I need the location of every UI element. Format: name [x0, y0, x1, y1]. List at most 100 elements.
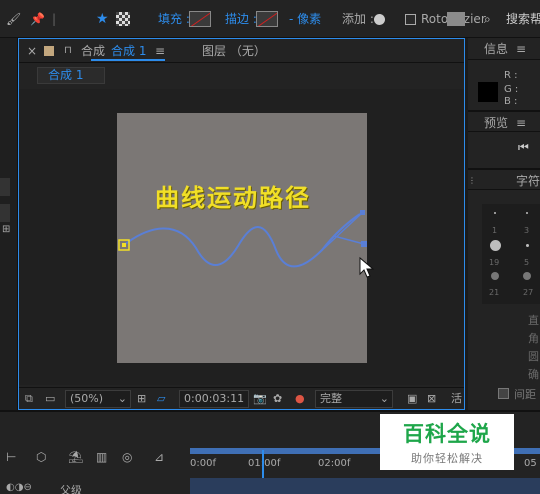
- zoom-dropdown[interactable]: (50%) ⌄: [65, 390, 131, 408]
- stroke-width-label[interactable]: - 像素: [289, 10, 321, 28]
- left-strip-field-2: [0, 204, 10, 222]
- resolution-value: 完整: [320, 392, 342, 405]
- channel-icon[interactable]: ✿: [273, 391, 282, 407]
- active-camera-label[interactable]: 活: [451, 391, 462, 407]
- close-icon[interactable]: ×: [27, 43, 37, 59]
- fast-preview-icon[interactable]: ▣: [407, 391, 417, 407]
- info-color-swatch: [478, 82, 498, 102]
- brush-tips-grid[interactable]: 1 3 19 5 21 27: [482, 204, 540, 304]
- preview-menu-icon[interactable]: ≡: [516, 115, 526, 131]
- brush-tip[interactable]: [490, 240, 501, 251]
- time-marker: 05: [524, 458, 537, 469]
- spacing-label[interactable]: 间距: [514, 386, 536, 402]
- timecode-field[interactable]: 0:00:03:11: [179, 390, 249, 408]
- fill-label[interactable]: 填充 :: [158, 10, 190, 28]
- watermark-title: 百科全说: [403, 422, 491, 446]
- search-icon[interactable]: ⌕: [484, 10, 491, 28]
- graph-editor-icon[interactable]: ⊿: [154, 450, 170, 466]
- info-title[interactable]: 信息: [484, 41, 508, 57]
- monitor-icon[interactable]: ▭: [45, 391, 55, 407]
- stroke-swatch[interactable]: [256, 11, 278, 27]
- brush-num: 19: [489, 258, 500, 267]
- rotobezier-checkbox[interactable]: [405, 14, 416, 25]
- pin-tool-icon[interactable]: 📌: [30, 10, 45, 28]
- grid-icon[interactable]: ⊠: [427, 391, 436, 407]
- add-label[interactable]: 添加 :: [342, 10, 374, 28]
- brush-prop-label: 确: [528, 368, 539, 381]
- divider-icon: |: [52, 12, 57, 26]
- spacing-checkbox[interactable]: [498, 388, 509, 399]
- layer-label[interactable]: 图层 （无）: [202, 43, 266, 59]
- stroke-label[interactable]: 描边 :: [225, 10, 257, 28]
- lock-icon[interactable]: ⊓: [64, 43, 72, 59]
- info-panel-header: 信息 ≡: [468, 38, 540, 60]
- snapshot-icon[interactable]: ⧉: [25, 391, 33, 407]
- checker-icon[interactable]: [116, 12, 130, 26]
- layer-switch-icons[interactable]: ◐◑⊖: [6, 482, 32, 493]
- maximize-icon[interactable]: [447, 12, 465, 26]
- character-title[interactable]: 字符: [516, 173, 540, 189]
- star-icon[interactable]: ★: [96, 10, 109, 28]
- watermark-subtitle: 助你轻松解决: [411, 452, 483, 465]
- brush-prop-label: 角: [528, 332, 539, 345]
- brush-tip[interactable]: [523, 272, 531, 280]
- info-g: G :: [504, 84, 519, 95]
- brush-tip[interactable]: [491, 272, 499, 280]
- brush-num: 21: [489, 288, 500, 297]
- fill-swatch[interactable]: [189, 11, 211, 27]
- color-channels-icon[interactable]: ●: [295, 391, 305, 407]
- brush-tool-icon[interactable]: 🖌: [6, 10, 21, 28]
- composition-viewer[interactable]: [19, 89, 464, 385]
- zoom-value: (50%): [70, 392, 104, 405]
- chevron-down-icon-2: ⌄: [379, 392, 389, 405]
- time-marker: 01:00f: [248, 458, 281, 469]
- add-dropdown-icon[interactable]: [374, 14, 385, 25]
- preview-title[interactable]: 预览: [484, 115, 508, 131]
- brush-num: 5: [524, 258, 530, 267]
- resolution-dropdown[interactable]: 完整 ⌄: [315, 390, 393, 408]
- brush-prop-label: 圆: [528, 350, 539, 363]
- timecode-value: 0:00:03:11: [184, 392, 245, 405]
- transparency-grid-icon[interactable]: ▱: [157, 391, 165, 407]
- shy-layers-icon[interactable]: ⛱: [68, 450, 84, 466]
- draft-3d-icon[interactable]: ⬡: [36, 450, 52, 466]
- tab-composition-name[interactable]: 合成 1: [111, 43, 146, 59]
- layer-duration-bar[interactable]: [190, 478, 540, 494]
- time-marker: 02:00f: [318, 458, 351, 469]
- panel-menu-icon[interactable]: ≡: [155, 43, 165, 59]
- tab-prefix[interactable]: 合成: [81, 43, 105, 59]
- watermark-logo: 百科全说 助你轻松解决: [380, 414, 514, 470]
- composition-color-icon: [44, 46, 54, 56]
- panel-grip-icon: ⋮: [468, 176, 476, 185]
- info-r: R :: [504, 70, 518, 81]
- brush-tip[interactable]: [494, 212, 496, 214]
- brush-tip[interactable]: [526, 212, 528, 214]
- left-panel-strip: ⊞: [0, 38, 18, 410]
- motion-blur-icon[interactable]: ◎: [122, 450, 138, 466]
- skip-to-start-icon[interactable]: ⏮: [518, 140, 529, 155]
- brush-prop-label: 直: [528, 314, 539, 327]
- brush-num: 27: [523, 288, 534, 297]
- preview-panel-header: 预览 ≡: [468, 110, 540, 132]
- frame-blending-icon[interactable]: ▥: [96, 450, 112, 466]
- composition-title-text: 曲线运动路径: [155, 183, 311, 212]
- composition-canvas[interactable]: [117, 113, 367, 363]
- camera-icon[interactable]: 📷: [253, 391, 267, 407]
- brush-num: 1: [492, 226, 498, 235]
- brush-tip[interactable]: [526, 244, 529, 247]
- composition-tab-row: × ⊓ 合成 合成 1 ≡ 图层 （无）: [19, 39, 464, 63]
- viewer-controls-bar: ⧉ ▭ (50%) ⌄ ⊞ ▱ 0:00:03:11 📷 ✿ ● 完整 ⌄ ▣ ⊠ …: [19, 387, 464, 409]
- active-tab-underline: [91, 59, 165, 61]
- brush-num: 3: [524, 226, 530, 235]
- chevron-down-icon: ⌄: [117, 392, 127, 405]
- timeline-nav-icon[interactable]: ⊢: [6, 450, 22, 466]
- region-icon[interactable]: ⊞: [137, 391, 146, 407]
- parent-column-header: 父级: [60, 484, 82, 494]
- search-help-label[interactable]: 搜索帮: [506, 10, 540, 28]
- info-b: B :: [504, 96, 518, 104]
- time-marker: 0:00f: [190, 458, 216, 469]
- hierarchy-icon[interactable]: ⊞: [2, 224, 10, 235]
- composition-subtab[interactable]: 合成 1: [37, 67, 105, 84]
- tools-toolbar: 🖌 📌 | ★ 填充 : 描边 : - 像素 添加 : RotoBezier ⌕…: [0, 0, 540, 38]
- info-menu-icon[interactable]: ≡: [516, 41, 526, 57]
